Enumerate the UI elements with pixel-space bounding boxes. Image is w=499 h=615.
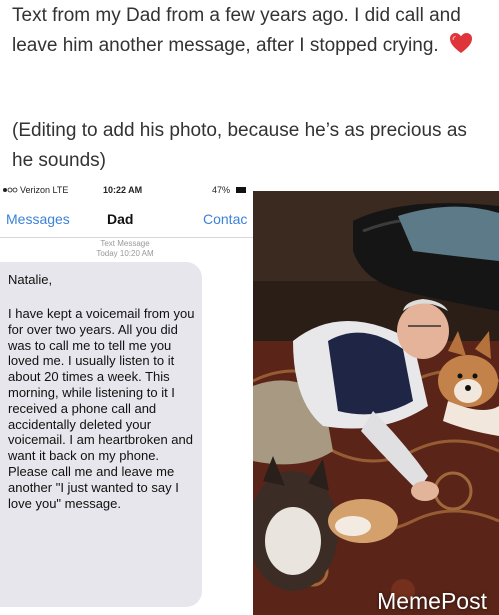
carrier-label: Verizon LTE: [20, 185, 69, 195]
contact-button[interactable]: Contac: [203, 211, 247, 227]
red-heart-icon: [449, 32, 473, 64]
message-greeting: Natalie,: [8, 272, 53, 287]
dad-and-dog-photo: MemePost: [253, 191, 499, 615]
battery-icon: [236, 187, 246, 193]
message-timestamp: Today 10:20 AM: [96, 249, 154, 258]
conversation-title: Dad: [107, 211, 134, 227]
message-bubble[interactable]: Natalie, I have kept a voicemail from yo…: [0, 262, 202, 607]
caption-text-2: (Editing to add his photo, because he’s …: [12, 120, 467, 171]
status-time: 10:22 AM: [103, 185, 143, 195]
messages-nav-bar: Messages Dad Contac: [0, 201, 253, 238]
message-body: I have kept a voicemail from you for ove…: [8, 306, 195, 511]
imessage-screenshot: Verizon LTE 10:22 AM 47% Messages Dad Co…: [0, 179, 253, 615]
battery-percent: 47%: [212, 185, 231, 195]
memepost-watermark: MemePost: [377, 588, 487, 614]
caption-text-1: Text from my Dad from a few years ago. I…: [12, 5, 461, 56]
status-bar: Verizon LTE 10:22 AM 47%: [0, 179, 253, 201]
message-type-label: Text Message: [100, 239, 150, 248]
message-meta: Text Message Today 10:20 AM: [60, 239, 190, 259]
messages-back-button[interactable]: Messages: [6, 211, 70, 227]
